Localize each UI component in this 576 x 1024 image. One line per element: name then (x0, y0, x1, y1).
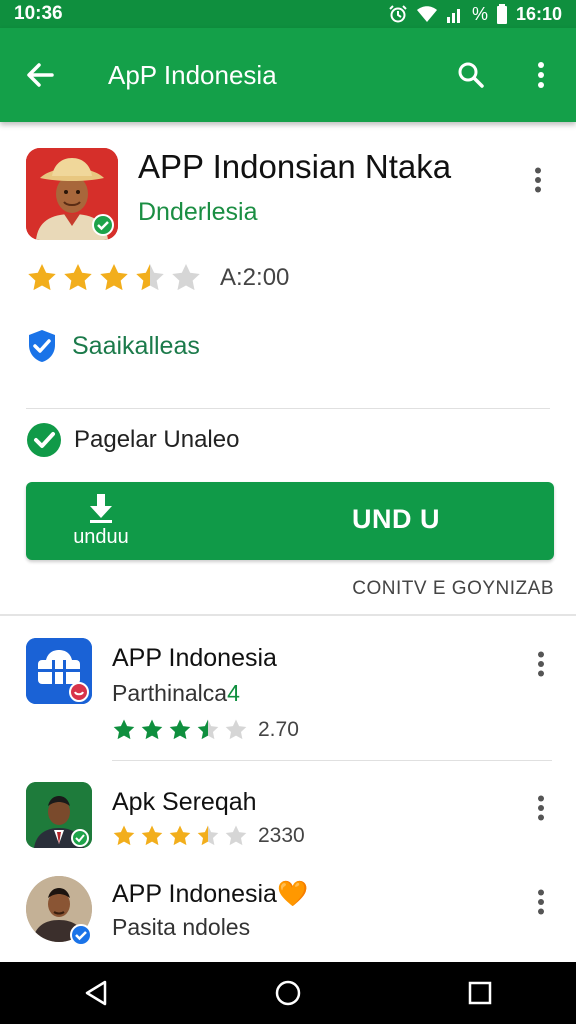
rating-value: 2.70 (258, 718, 299, 741)
star-icon (28, 264, 56, 291)
app-detail: APP Indonsian Ntaka Dnderlesia A:2:00 Sa… (0, 122, 576, 612)
verified-row: Pagelar Unaleo (26, 422, 239, 458)
rating-value: 2330 (258, 824, 305, 847)
list-item-subtitle-text: Parthinalca (112, 680, 228, 706)
download-section: unduu (66, 494, 136, 549)
app-rating: A:2:00 (26, 262, 289, 294)
list-item-rating: 2.70 (112, 718, 299, 742)
app-bar: ApP Indonesia (0, 28, 576, 122)
star-icon (141, 825, 163, 846)
list-item-icon (26, 782, 92, 848)
divider (26, 408, 550, 409)
security-badge-label: Saaikalleas (72, 331, 200, 360)
search-icon (458, 62, 484, 88)
battery-time: 16:10 (515, 3, 562, 24)
nav-recents-icon (468, 981, 492, 1005)
star-icon (169, 719, 191, 740)
star-icon (100, 264, 128, 291)
star-icon (225, 719, 247, 740)
app-name: APP Indonsian Ntaka (138, 148, 452, 185)
list-item-subtitle: Pasita ndoles (112, 914, 251, 940)
status-time: 10:36 (14, 3, 63, 24)
status-bar: 10:36 % 16:10 (0, 0, 576, 28)
nav-back-icon (85, 980, 107, 1006)
star-icon (113, 825, 135, 846)
battery-icon (496, 4, 508, 24)
list-item-subtitle: Parthinalca4 (112, 680, 240, 707)
more-vert-icon (538, 795, 544, 821)
app-more-button[interactable] (518, 160, 558, 200)
list-item[interactable]: Apk Sereqah 2330 (0, 780, 576, 870)
download-label: unduu (73, 526, 129, 548)
star-icon (169, 825, 191, 846)
star-icon (197, 825, 219, 846)
list-item-title: APP Indonesia🧡 (112, 880, 308, 909)
developer-link[interactable]: Dnderlesia (138, 198, 258, 227)
rating-stars (112, 824, 248, 848)
star-icon (172, 264, 200, 291)
list-item-more-button[interactable] (526, 788, 556, 828)
section-divider (0, 614, 576, 616)
star-icon (141, 719, 163, 740)
verified-label: Pagelar Unaleo (74, 426, 240, 453)
more-vert-icon (535, 167, 541, 193)
rating-stars (26, 262, 202, 294)
security-badge[interactable]: Saaikalleas (26, 328, 200, 364)
list-item-more-button[interactable] (526, 644, 556, 684)
download-icon (90, 494, 112, 523)
shield-check-icon (29, 330, 55, 362)
list-item-subtitle-accent: 4 (227, 680, 240, 706)
list-item-title: APP Indonesia (112, 644, 277, 672)
overflow-menu-button[interactable] (506, 28, 576, 122)
install-button[interactable]: unduu UND U (26, 482, 554, 560)
rating-stars (112, 718, 248, 742)
verified-check-icon (92, 214, 114, 236)
nav-back-button[interactable] (66, 962, 126, 1024)
rating-value: A:2:00 (220, 264, 290, 291)
list-item-title-text: APP Indonesia (112, 880, 277, 908)
star-icon (197, 719, 219, 740)
star-icon (113, 719, 135, 740)
search-button[interactable] (436, 28, 506, 122)
back-arrow-icon (27, 63, 54, 87)
verified-check-icon (70, 924, 92, 946)
more-vert-icon (538, 889, 544, 915)
list-item[interactable]: APP Indonesia🧡 Pasita ndoles (0, 874, 576, 962)
status-icons: % 16:10 (388, 4, 562, 25)
more-vert-icon (538, 62, 544, 88)
contribute-link[interactable]: CONITV E GOYNIZAB (352, 578, 554, 600)
star-icon (136, 264, 164, 291)
list-item[interactable]: APP Indonesia Parthinalca4 2.70 (0, 636, 576, 762)
navigation-bar (0, 962, 576, 1024)
divider (112, 760, 552, 761)
nav-home-icon (275, 980, 301, 1006)
nav-home-button[interactable] (258, 962, 318, 1024)
more-vert-icon (538, 651, 544, 677)
percent-sign: % (471, 3, 488, 24)
wifi-icon (416, 5, 438, 23)
star-icon (64, 264, 92, 291)
app-bar-title: ApP Indonesia (108, 59, 277, 90)
heart-icon: 🧡 (276, 880, 309, 908)
list-item-rating: 2330 (112, 824, 305, 848)
signal-icon (446, 5, 464, 23)
alarm-icon (388, 4, 408, 24)
back-button[interactable] (0, 28, 80, 122)
list-item-icon (26, 638, 92, 704)
app-icon (26, 148, 118, 240)
nav-recents-button[interactable] (450, 962, 510, 1024)
list-item-more-button[interactable] (526, 882, 556, 922)
list-item-title: Apk Sereqah (112, 788, 257, 816)
install-label: UND U (352, 504, 440, 534)
star-icon (225, 825, 247, 846)
check-circle-icon (27, 423, 61, 457)
